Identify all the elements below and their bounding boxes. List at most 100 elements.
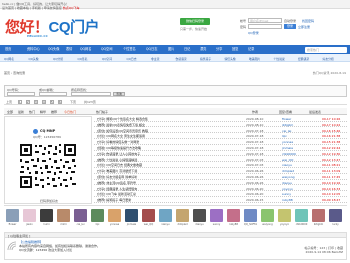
- avatar[interactable]: [210, 209, 223, 222]
- thread-author[interactable]: dimpled: [282, 169, 294, 173]
- qq-login-link[interactable]: QQ登录: [248, 31, 259, 35]
- nav-item[interactable]: 记录: [248, 45, 254, 54]
- thread-author[interactable]: ruby88: [282, 198, 293, 202]
- toolbar-cell[interactable]: 最新: [18, 110, 24, 114]
- password-input[interactable]: [248, 24, 282, 29]
- thread-title[interactable]: [分享] 唯美图片 高清壁纸下载: [97, 169, 137, 173]
- nav-item[interactable]: 资料中心: [27, 45, 40, 54]
- nav-item[interactable]: 图片: [168, 45, 174, 54]
- avatar[interactable]: [329, 209, 342, 222]
- thread-row[interactable]: [分享] 唯美图片 高清壁纸下载 2020-06-26 dimpled 09-11 1…: [94, 168, 347, 174]
- subnav-item[interactable]: QQ签名: [78, 57, 88, 61]
- hot-link[interactable]: 热点QQ飞车: [63, 6, 80, 10]
- avatar-name[interactable]: jinmaia: [124, 223, 140, 226]
- nav-item[interactable]: 个性签名: [123, 45, 136, 54]
- avatar[interactable]: [57, 209, 70, 222]
- avatar-name[interactable]: lipi: [90, 223, 106, 226]
- avatar[interactable]: [227, 209, 240, 222]
- avatar[interactable]: [6, 209, 19, 222]
- top-links[interactable]: 设为首页 | 收藏本站 | 手机版 | 申请友情链接: [2, 6, 62, 10]
- page-number-button[interactable]: 2: [26, 100, 30, 104]
- thread-author[interactable]: wei_QQ: [282, 158, 293, 162]
- avatar-name[interactable]: xiaoyu: [158, 223, 174, 226]
- thread-row[interactable]: [分享] 经典语录 人生感悟短句 2020-06-20 yoyoyo 09-10 16…: [94, 186, 347, 192]
- thread-author[interactable]: jinmaia: [282, 146, 293, 150]
- page-number-button[interactable]: 3: [34, 100, 38, 104]
- thread-title[interactable]: [经验] QQ等级快速提升方法攻略: [97, 146, 141, 150]
- thread-title[interactable]: [分享] 好看的情侣头像一对两张: [97, 140, 139, 144]
- avatar-name[interactable]: ctkk0000: [294, 223, 310, 226]
- thread-row[interactable]: [分享] 爆笑QQ个性签名大全 精选合集 2020-08-10 flower 09-1…: [94, 116, 347, 122]
- subnav-item[interactable]: QQ日志: [127, 57, 137, 61]
- thread-row[interactable]: [经验] QQ等级快速提升方法攻略 2020-07-18 jinmaia 09-12 …: [94, 145, 347, 151]
- name-search-input[interactable]: [71, 92, 111, 96]
- avatar[interactable]: [142, 209, 155, 222]
- thread-row[interactable]: [分享] 好看的情侣头像一对两张 2020-07-18 yonnaa 09-15 21…: [94, 139, 347, 145]
- page-number-button[interactable]: 6: [58, 100, 62, 104]
- breadcrumb[interactable]: 首页 › 查询优惠: [4, 71, 25, 75]
- auto-login-checkbox[interactable]: 自动登录: [284, 19, 296, 23]
- avatar[interactable]: [23, 209, 36, 222]
- page-number-button[interactable]: 4: [42, 100, 46, 104]
- nav-item[interactable]: QQ网名: [80, 45, 91, 54]
- toolbar-cell[interactable]: 热门: [29, 110, 35, 114]
- avatar[interactable]: [159, 209, 172, 222]
- thread-author[interactable]: weiyong: [282, 175, 295, 179]
- thread-author[interactable]: lipi: [282, 134, 286, 138]
- avatar[interactable]: [278, 209, 291, 222]
- thread-title[interactable]: [讨论] QQ飞车 最新活动汇总: [97, 192, 136, 196]
- nav-item[interactable]: 回复: [232, 45, 238, 54]
- avatar-name[interactable]: mimi: [56, 223, 72, 226]
- nav-item[interactable]: 表情: [66, 45, 72, 54]
- avatar-name[interactable]: ibtiglim: [311, 223, 327, 226]
- avatar[interactable]: [91, 209, 104, 222]
- subnav-item[interactable]: 情侣头像: [225, 57, 236, 61]
- subnav-item[interactable]: QQ空间: [102, 57, 112, 61]
- avatar-name[interactable]: yonnaa: [107, 223, 123, 226]
- thread-title[interactable]: [讨论] QQ空间日志 经典文章收藏: [97, 163, 142, 167]
- thread-row[interactable]: [讨论] QQ空间日志 经典文章收藏 2020-07-03 xiaoyu 09-11 …: [94, 162, 347, 168]
- avatar-name[interactable]: flower: [5, 223, 21, 226]
- subnav-item[interactable]: 好友分组: [323, 57, 334, 61]
- avatar[interactable]: [108, 209, 121, 222]
- thread-author[interactable]: ibtiglim: [282, 123, 293, 127]
- subnav-item[interactable]: QQ头像: [29, 57, 39, 61]
- avatar-name[interactable]: sunny: [209, 223, 225, 226]
- toolbar-cell[interactable]: 热门帖子: [96, 110, 108, 114]
- avatar-name[interactable]: weiyong: [260, 223, 276, 226]
- toolbar-cell[interactable]: 回复/查看: [279, 110, 292, 114]
- thread-title[interactable]: [原创] 如何设置QQ空间背景音乐 教程: [97, 129, 148, 133]
- thread-row[interactable]: [推荐] 搞笑段子 每日更新 2020-06-15 ruby88 09-09 18:4…: [94, 197, 347, 203]
- nav-item[interactable]: 日记: [184, 45, 190, 54]
- thread-title[interactable]: [原创] 好友分组名称 简单好听: [97, 175, 137, 179]
- avatar[interactable]: [193, 209, 206, 222]
- avatar[interactable]: [261, 209, 274, 222]
- prev-page-link[interactable]: 上页: [6, 100, 12, 104]
- subnav-item[interactable]: 非主流: [151, 57, 159, 61]
- toolbar-cell[interactable]: 作者: [252, 110, 258, 114]
- nav-item[interactable]: QQ空间: [101, 45, 112, 54]
- thread-title[interactable]: [推荐] 最新QQ表情包免费下载 超全: [97, 123, 145, 127]
- thread-title[interactable]: [讨论] QQ网名大全 男生女生都适用: [97, 134, 145, 138]
- avatar-name[interactable]: dimpled: [175, 223, 191, 226]
- avatar[interactable]: [312, 209, 325, 222]
- thread-row[interactable]: [讨论] QQ网名大全 男生女生都适用 2020-07-18 lipi 09-16 2…: [94, 133, 347, 139]
- find-password-link[interactable]: 找回密码: [302, 19, 314, 23]
- thread-author[interactable]: sunny: [282, 192, 291, 196]
- thread-row[interactable]: [推荐] 非主流QQ签名 带符号 2020-06-26 diaoyu 09-10 19…: [94, 180, 347, 186]
- nav-item[interactable]: 首页: [5, 45, 11, 54]
- toolbar-cell[interactable]: 全部: [7, 110, 13, 114]
- search-button[interactable]: 查询: [113, 92, 125, 96]
- login-button[interactable]: 登录: [284, 24, 296, 29]
- thread-title[interactable]: [分享] 伤感语录 让人心碎的句子: [97, 152, 140, 156]
- avatar-name[interactable]: wei_QQ: [141, 223, 157, 226]
- toolbar-cell[interactable]: 最后发表: [309, 110, 321, 114]
- avatar-name[interactable]: ruby88: [226, 223, 242, 226]
- avatar-name[interactable]: QQ_SOFTA: [243, 223, 259, 226]
- nav-item[interactable]: QQ日志: [146, 45, 157, 54]
- thread-title[interactable]: [推荐] 非主流QQ签名 带符号: [97, 181, 136, 185]
- register-link[interactable]: 立即注册: [298, 25, 310, 29]
- subnav-item[interactable]: 个性说说: [274, 57, 285, 61]
- thread-author[interactable]: diaoyu: [282, 181, 292, 185]
- toolbar-cell[interactable]: 精华: [40, 110, 46, 114]
